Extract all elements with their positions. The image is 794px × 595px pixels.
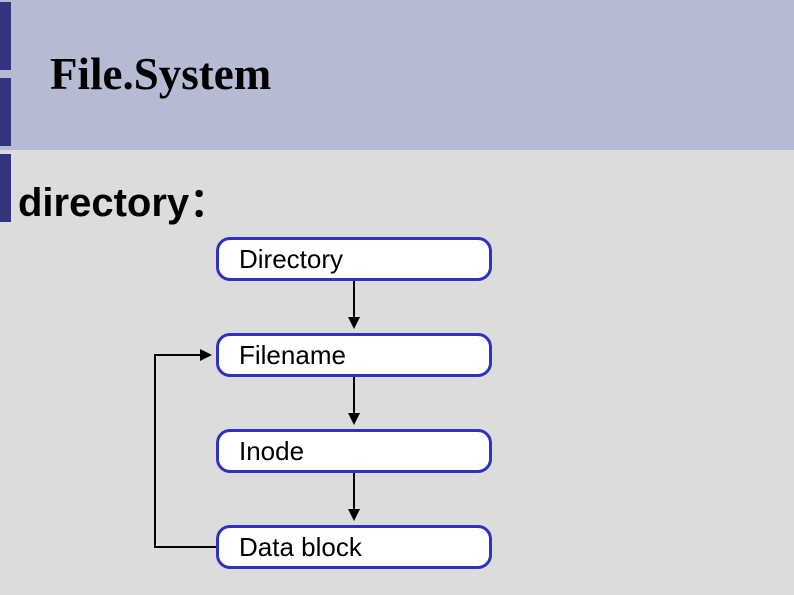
section-heading: directory： (18, 170, 229, 228)
node-inode: Inode (216, 429, 492, 473)
accent-bar (0, 2, 11, 70)
node-label: Data block (239, 532, 362, 563)
accent-bar (0, 154, 11, 222)
slide: File.System directory： Directory Filenam… (0, 0, 794, 595)
node-filename: Filename (216, 333, 492, 377)
node-label: Filename (239, 340, 346, 371)
page-title: File.System (50, 48, 271, 100)
node-label: Directory (239, 244, 343, 275)
node-directory: Directory (216, 237, 492, 281)
accent-bar (0, 78, 11, 146)
node-datablock: Data block (216, 525, 492, 569)
node-label: Inode (239, 436, 304, 467)
